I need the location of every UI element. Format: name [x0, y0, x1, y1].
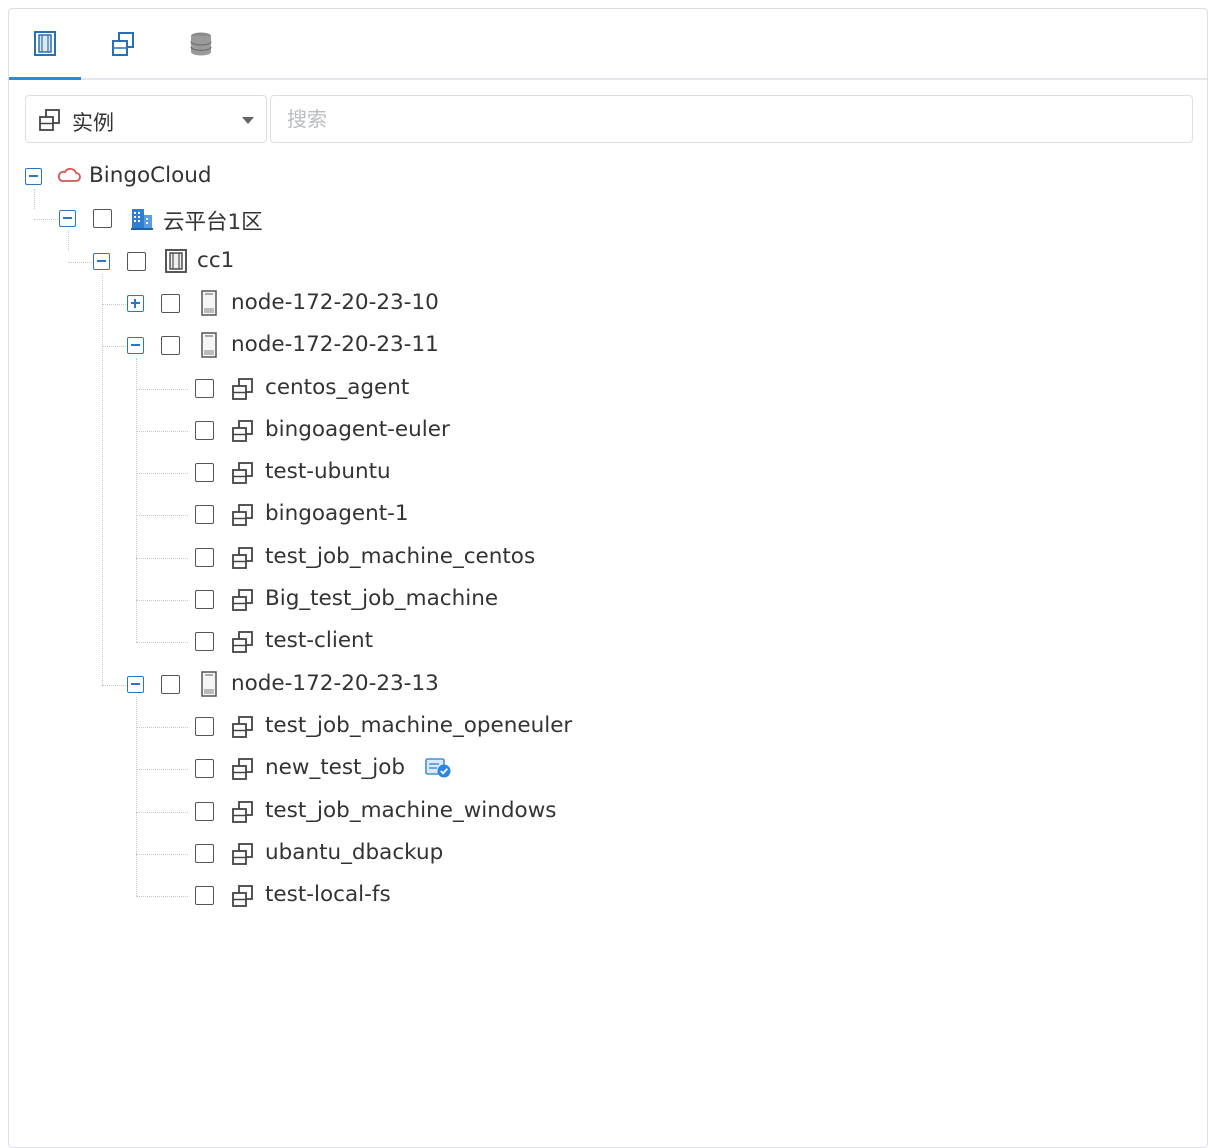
tree-connector — [102, 274, 103, 685]
tree-node-label[interactable]: test-client — [265, 628, 373, 653]
checkbox[interactable] — [161, 675, 180, 694]
tree-node-label[interactable]: bingoagent-1 — [265, 501, 409, 526]
instance-icon — [231, 588, 255, 616]
tree-node-label[interactable]: node-172-20-23-10 — [231, 290, 439, 315]
tree-node-instance[interactable]: new_test_job — [9, 749, 1159, 789]
instance-icon — [231, 461, 255, 489]
checkbox[interactable] — [195, 379, 214, 398]
tab-bar — [9, 9, 1207, 80]
tree-node-host[interactable]: node-172-20-23-13 — [9, 665, 1159, 705]
tree-node-label[interactable]: test_job_machine_windows — [265, 798, 556, 823]
tree-node-root[interactable]: BingoCloud — [9, 157, 1159, 197]
checkbox[interactable] — [195, 632, 214, 651]
tree-node-host[interactable]: node-172-20-23-11 — [9, 326, 1159, 366]
tree-node-instance[interactable]: test_job_machine_centos — [9, 538, 1159, 578]
instance-icon — [231, 715, 255, 743]
search-input[interactable] — [270, 95, 1193, 143]
checkbox[interactable] — [195, 886, 214, 905]
instance-icon — [231, 377, 255, 405]
collapse-icon[interactable] — [127, 676, 144, 693]
checkbox[interactable] — [195, 421, 214, 440]
instance-icon — [231, 757, 255, 785]
tree-node-instance[interactable]: test-client — [9, 622, 1159, 662]
instance-icon — [231, 503, 255, 531]
tree-node-label[interactable]: new_test_job — [265, 755, 405, 780]
instance-icon — [231, 630, 255, 658]
checkbox[interactable] — [127, 252, 146, 271]
cloud-icon — [57, 164, 81, 192]
tab-cluster[interactable] — [9, 9, 81, 80]
tree-node-label[interactable]: test_job_machine_centos — [265, 544, 535, 569]
tree-node-label[interactable]: cc1 — [197, 248, 234, 273]
server-icon — [199, 671, 219, 701]
tree-node-label[interactable]: bingoagent-euler — [265, 417, 450, 442]
tree-node-instance[interactable]: test-local-fs — [9, 876, 1159, 916]
checkbox[interactable] — [195, 802, 214, 821]
collapse-icon[interactable] — [127, 337, 144, 354]
checkbox[interactable] — [195, 717, 214, 736]
tree-node-instance[interactable]: ubantu_dbackup — [9, 834, 1159, 874]
instance-icon — [231, 546, 255, 574]
tree-node-instance[interactable]: bingoagent-1 — [9, 495, 1159, 535]
tree-node-label[interactable]: ubantu_dbackup — [265, 840, 443, 865]
resource-tree-panel: 实例 BingoCloud 云平台1区 cc1 node-172-20-23-10 no… — [8, 8, 1208, 1148]
building-icon — [129, 205, 155, 235]
checkbox[interactable] — [93, 209, 112, 228]
collapse-icon[interactable] — [25, 168, 42, 185]
tree-node-instance[interactable]: bingoagent-euler — [9, 411, 1159, 451]
tree-node-label[interactable]: node-172-20-23-13 — [231, 671, 439, 696]
checkbox[interactable] — [161, 294, 180, 313]
checkbox[interactable] — [195, 505, 214, 524]
instance-icon — [231, 419, 255, 447]
tree-node-instance[interactable]: Big_test_job_machine — [9, 580, 1159, 620]
tree-node-label[interactable]: BingoCloud — [89, 163, 212, 188]
instance-icon — [39, 109, 60, 131]
tree-node-label[interactable]: test_job_machine_openeuler — [265, 713, 572, 738]
instance-icon — [231, 800, 255, 828]
cluster-icon — [163, 248, 189, 278]
tree-connector — [136, 358, 137, 642]
tree-node-label[interactable]: 云平台1区 — [163, 205, 263, 236]
tree-node-label[interactable]: Big_test_job_machine — [265, 586, 498, 611]
tree-node-instance[interactable]: test-ubuntu — [9, 453, 1159, 493]
server-icon — [199, 332, 219, 362]
collapse-icon[interactable] — [59, 210, 76, 227]
job-verified-icon[interactable] — [425, 756, 453, 784]
tree-node-instance[interactable]: test_job_machine_windows — [9, 792, 1159, 832]
tree-connector — [136, 697, 137, 896]
tab-instance[interactable] — [87, 9, 159, 78]
tree-node-host[interactable]: node-172-20-23-10 — [9, 284, 1159, 324]
tree-node-zone[interactable]: 云平台1区 — [9, 199, 1159, 239]
checkbox[interactable] — [161, 336, 180, 355]
tree-node-label[interactable]: test-local-fs — [265, 882, 391, 907]
chevron-down-icon — [242, 117, 254, 124]
checkbox[interactable] — [195, 548, 214, 567]
instance-icon — [112, 31, 134, 56]
resource-type-label: 实例 — [72, 111, 114, 135]
expand-icon[interactable] — [127, 295, 144, 312]
database-icon — [190, 32, 212, 55]
checkbox[interactable] — [195, 463, 214, 482]
tree-node-cluster[interactable]: cc1 — [9, 242, 1159, 282]
checkbox[interactable] — [195, 759, 214, 778]
tree-node-label[interactable]: test-ubuntu — [265, 459, 391, 484]
resource-type-select[interactable]: 实例 — [25, 95, 267, 143]
checkbox[interactable] — [195, 590, 214, 609]
collapse-icon[interactable] — [93, 253, 110, 270]
tree-node-instance[interactable]: centos_agent — [9, 369, 1159, 409]
cluster-icon — [34, 30, 56, 56]
tree-node-instance[interactable]: test_job_machine_openeuler — [9, 707, 1159, 747]
tab-database[interactable] — [165, 9, 237, 78]
tree-node-label[interactable]: node-172-20-23-11 — [231, 332, 439, 357]
instance-icon — [231, 842, 255, 870]
tree-node-label[interactable]: centos_agent — [265, 375, 409, 400]
checkbox[interactable] — [195, 844, 214, 863]
server-icon — [199, 290, 219, 320]
instance-icon — [231, 884, 255, 912]
